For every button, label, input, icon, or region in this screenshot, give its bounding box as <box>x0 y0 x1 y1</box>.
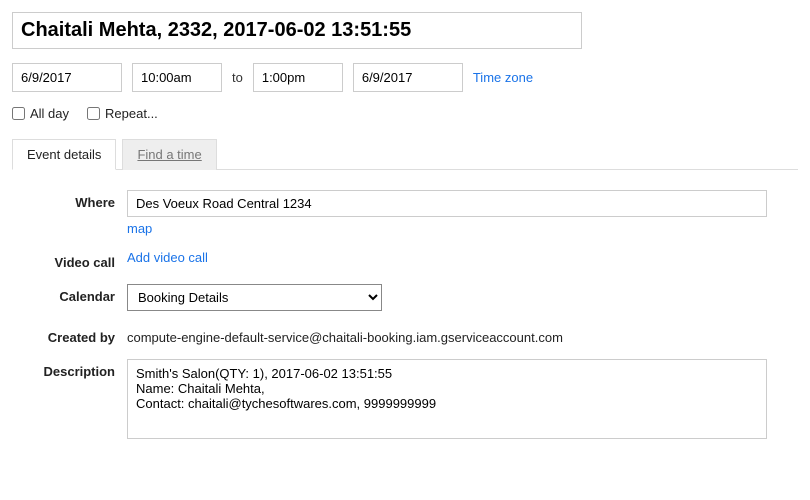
calendar-row: Calendar Booking Details <box>12 284 798 311</box>
event-title-input[interactable] <box>12 12 582 49</box>
where-label: Where <box>12 190 127 210</box>
where-input[interactable] <box>127 190 767 217</box>
datetime-row: to Time zone <box>12 63 798 92</box>
repeat-option[interactable]: Repeat... <box>87 106 158 121</box>
created-by-row: Created by compute-engine-default-servic… <box>12 325 798 345</box>
description-textarea[interactable] <box>127 359 767 439</box>
all-day-label: All day <box>30 106 69 121</box>
add-video-call-link[interactable]: Add video call <box>127 250 208 265</box>
description-row: Description <box>12 359 798 442</box>
end-date-input[interactable] <box>353 63 463 92</box>
start-date-input[interactable] <box>12 63 122 92</box>
calendar-select[interactable]: Booking Details <box>127 284 382 311</box>
tab-find-a-time[interactable]: Find a time <box>122 139 216 170</box>
repeat-label: Repeat... <box>105 106 158 121</box>
options-row: All day Repeat... <box>12 106 798 121</box>
all-day-checkbox[interactable] <box>12 107 25 120</box>
video-call-row: Video call Add video call <box>12 250 798 270</box>
where-row: Where map <box>12 190 798 236</box>
calendar-label: Calendar <box>12 284 127 304</box>
description-label: Description <box>12 359 127 379</box>
tab-event-details[interactable]: Event details <box>12 139 116 170</box>
start-time-input[interactable] <box>132 63 222 92</box>
created-by-label: Created by <box>12 325 127 345</box>
to-label: to <box>232 70 243 85</box>
map-link[interactable]: map <box>127 221 798 236</box>
video-call-label: Video call <box>12 250 127 270</box>
created-by-value: compute-engine-default-service@chaitali-… <box>127 325 798 345</box>
repeat-checkbox[interactable] <box>87 107 100 120</box>
all-day-option[interactable]: All day <box>12 106 69 121</box>
end-time-input[interactable] <box>253 63 343 92</box>
timezone-link[interactable]: Time zone <box>473 70 533 85</box>
tabs: Event details Find a time <box>12 139 798 170</box>
